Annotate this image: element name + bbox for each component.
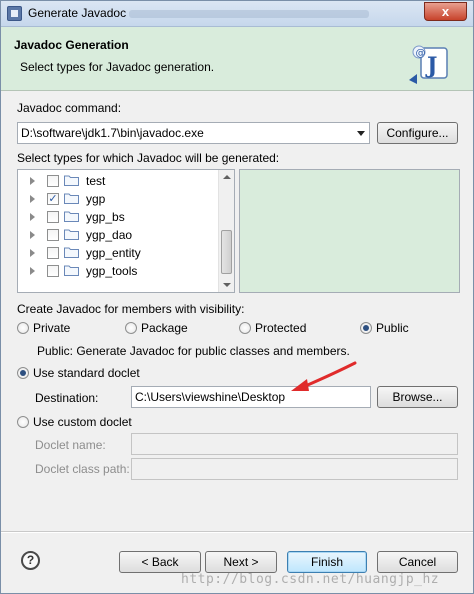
package-folder-icon <box>64 265 79 276</box>
protected-radio-label[interactable]: Protected <box>255 321 306 335</box>
expand-arrow-icon[interactable] <box>30 267 35 275</box>
cancel-button[interactable]: Cancel <box>377 551 458 573</box>
custom-doclet-label[interactable]: Use custom doclet <box>33 415 132 429</box>
expand-arrow-icon[interactable] <box>30 213 35 221</box>
doclet-class-path-label: Doclet class path: <box>35 462 130 476</box>
finish-button[interactable]: Finish <box>287 551 367 573</box>
help-icon[interactable]: ? <box>21 551 40 570</box>
tree-item-test[interactable]: test <box>18 172 218 190</box>
tree-item-ygp[interactable]: ✓ ygp <box>18 190 218 208</box>
tree-item-label: ygp_dao <box>86 228 133 242</box>
title-bar[interactable]: Generate Javadoc x <box>1 1 473 27</box>
annotation-arrow <box>291 361 357 391</box>
private-radio-label[interactable]: Private <box>33 321 70 335</box>
scroll-up-icon[interactable] <box>223 175 231 179</box>
blurred-path <box>129 10 369 18</box>
tree-checkbox[interactable] <box>47 229 59 241</box>
tree-item-label: ygp_tools <box>86 264 138 278</box>
standard-doclet-label[interactable]: Use standard doclet <box>33 366 140 380</box>
javadoc-command-label: Javadoc command: <box>17 101 122 115</box>
tree-checkbox[interactable] <box>47 211 59 223</box>
header-title: Javadoc Generation <box>14 38 129 52</box>
tree-checkbox[interactable] <box>47 175 59 187</box>
public-radio-label[interactable]: Public <box>376 321 409 335</box>
expand-arrow-icon[interactable] <box>30 231 35 239</box>
package-folder-icon <box>64 211 79 222</box>
chevron-down-icon[interactable] <box>357 131 365 136</box>
next-button[interactable]: Next > <box>205 551 277 573</box>
scroll-down-icon[interactable] <box>223 283 231 287</box>
private-radio[interactable] <box>17 322 29 334</box>
generate-javadoc-dialog: Generate Javadoc x Javadoc Generation Se… <box>0 0 474 594</box>
doclet-name-label: Doclet name: <box>35 438 106 452</box>
scroll-thumb[interactable] <box>221 230 232 274</box>
back-button[interactable]: < Back <box>119 551 201 573</box>
doclet-class-path-field[interactable] <box>131 458 458 480</box>
javadoc-command-combo[interactable]: D:\software\jdk1.7\bin\javadoc.exe <box>17 122 370 144</box>
footer-separator <box>1 531 473 533</box>
expand-arrow-icon[interactable] <box>30 195 35 203</box>
standard-doclet-radio[interactable] <box>17 367 29 379</box>
destination-label: Destination: <box>35 391 99 405</box>
svg-text:J: J <box>425 53 437 79</box>
configure-button[interactable]: Configure... <box>377 122 458 144</box>
tree-scrollbar[interactable] <box>218 170 234 292</box>
svg-text:@: @ <box>416 48 426 59</box>
visibility-label: Create Javadoc for members with visibili… <box>17 302 245 316</box>
types-label: Select types for which Javadoc will be g… <box>17 151 280 165</box>
tree-item-ygp-entity[interactable]: ygp_entity <box>18 244 218 262</box>
javadoc-wizard-icon: J @ <box>409 45 448 84</box>
tree-item-label: ygp_bs <box>86 210 125 224</box>
custom-doclet-radio[interactable] <box>17 416 29 428</box>
tree-item-label: test <box>86 174 106 188</box>
public-radio[interactable] <box>360 322 372 334</box>
app-icon <box>7 6 22 21</box>
close-button[interactable]: x <box>424 2 467 21</box>
expand-arrow-icon[interactable] <box>30 177 35 185</box>
watermark: http://blog.csdn.net/huangjp_hz <box>181 572 440 587</box>
tree-item-label: ygp_entity <box>86 246 141 260</box>
wizard-header: Javadoc Generation Select types for Java… <box>1 27 473 91</box>
header-description: Select types for Javadoc generation. <box>20 60 215 74</box>
tree-item-ygp-bs[interactable]: ygp_bs <box>18 208 218 226</box>
tree-item-label: ygp <box>86 192 106 206</box>
package-radio-label[interactable]: Package <box>141 321 188 335</box>
tree-item-ygp-dao[interactable]: ygp_dao <box>18 226 218 244</box>
tree-checkbox-checked[interactable]: ✓ <box>47 193 59 205</box>
package-folder-icon <box>64 193 79 204</box>
package-radio[interactable] <box>125 322 137 334</box>
tree-checkbox[interactable] <box>47 265 59 277</box>
types-tree[interactable]: test ✓ ygp ygp_bs ygp_dao ygp_entity ygp… <box>17 169 235 293</box>
package-folder-icon <box>64 247 79 258</box>
doclet-name-field[interactable] <box>131 433 458 455</box>
visibility-description: Public: Generate Javadoc for public clas… <box>37 344 350 358</box>
window-title: Generate Javadoc <box>28 6 127 20</box>
tree-item-ygp-tools[interactable]: ygp_tools <box>18 262 218 280</box>
package-folder-icon <box>64 229 79 240</box>
destination-value: C:\Users\viewshine\Desktop <box>135 390 286 404</box>
protected-radio[interactable] <box>239 322 251 334</box>
expand-arrow-icon[interactable] <box>30 249 35 257</box>
javadoc-command-value: D:\software\jdk1.7\bin\javadoc.exe <box>21 126 204 140</box>
tree-checkbox[interactable] <box>47 247 59 259</box>
members-panel[interactable] <box>239 169 460 293</box>
package-folder-icon <box>64 175 79 186</box>
browse-button[interactable]: Browse... <box>377 386 458 408</box>
